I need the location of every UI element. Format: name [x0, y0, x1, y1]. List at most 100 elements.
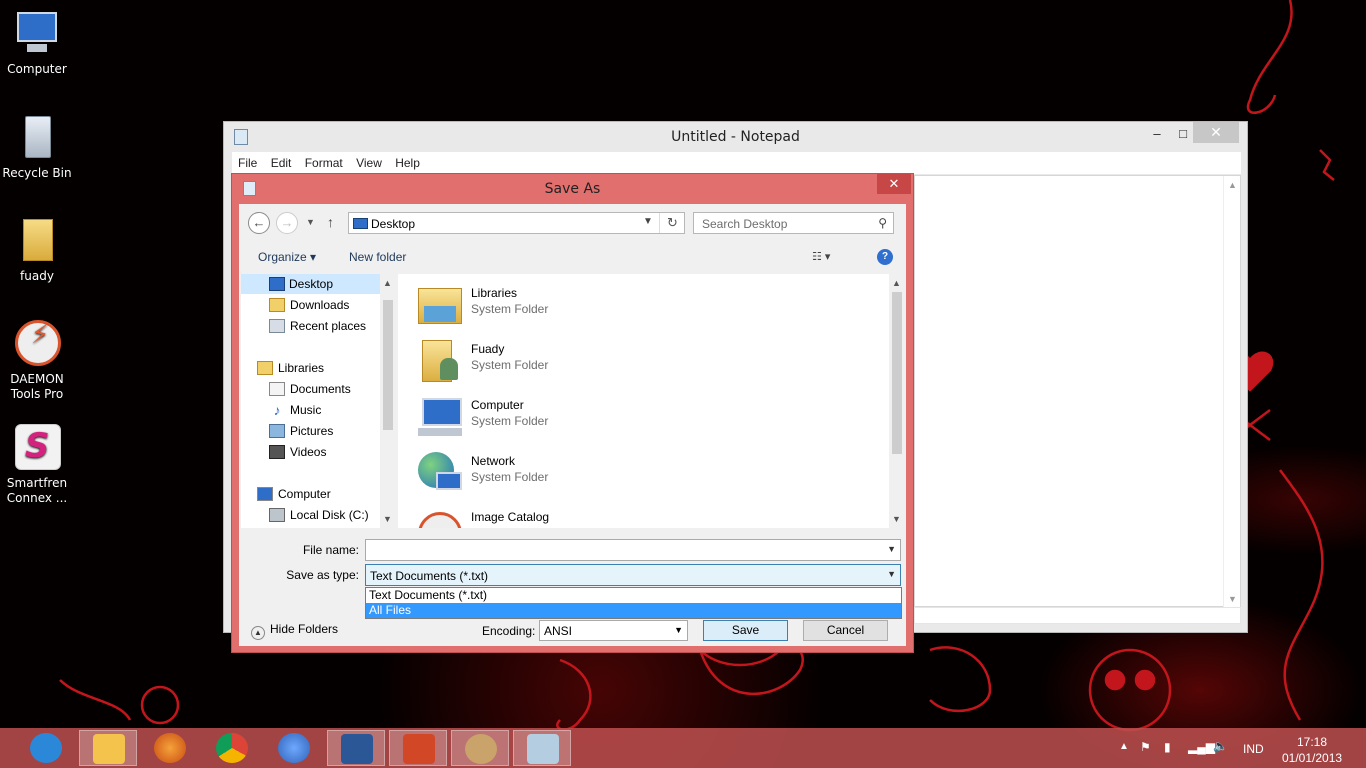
desktop-icon-smartfren[interactable]: S Smartfren Connex ...: [2, 424, 72, 506]
scroll-down-icon[interactable]: ▼: [892, 514, 901, 524]
paint-icon[interactable]: [451, 730, 509, 766]
libraries-icon: [257, 361, 273, 375]
address-bar[interactable]: Desktop ▼ ↻: [348, 212, 685, 234]
text-editor[interactable]: ▲ ▼: [914, 175, 1241, 608]
help-icon[interactable]: ?: [877, 249, 893, 265]
action-center-icon[interactable]: ⚑: [1140, 740, 1151, 754]
file-explorer-icon[interactable]: [79, 730, 137, 766]
cancel-button[interactable]: Cancel: [803, 620, 888, 641]
file-name-field[interactable]: ▼: [365, 539, 901, 561]
back-button[interactable]: ←: [248, 212, 270, 234]
save-as-type-value: Text Documents (*.txt): [370, 569, 489, 583]
nav-item-videos[interactable]: Videos: [269, 442, 380, 462]
firefox-icon[interactable]: [141, 730, 199, 766]
chevron-down-icon[interactable]: ▼: [887, 544, 896, 554]
desktop-icon-recycle-bin[interactable]: Recycle Bin: [2, 114, 72, 181]
save-button[interactable]: Save: [703, 620, 788, 641]
dialog-body: ← → ▼ ↑ Desktop ▼ ↻ Search Desktop ⚲ Org…: [239, 204, 906, 646]
show-hidden-icons[interactable]: ▲: [1119, 741, 1129, 752]
list-item[interactable]: Libraries System Folder: [416, 278, 796, 330]
encoding-label: Encoding:: [482, 624, 536, 638]
nav-item-computer[interactable]: Computer: [257, 484, 380, 504]
dialog-titlebar[interactable]: Save As ✕: [232, 174, 913, 204]
chrome-icon[interactable]: [203, 730, 261, 766]
scroll-up-icon[interactable]: ▲: [383, 278, 392, 288]
list-item[interactable]: Fuady System Folder: [416, 334, 796, 386]
network-status-icon[interactable]: ▂▄▆: [1188, 740, 1215, 754]
folder-icon: [13, 217, 61, 265]
scroll-up-icon[interactable]: ▲: [892, 278, 901, 288]
menu-file[interactable]: File: [234, 152, 261, 174]
desktop-icon-daemon-tools[interactable]: ⚡ DAEMON Tools Pro: [2, 320, 72, 402]
clock-time: 17:18: [1296, 735, 1328, 749]
organize-button[interactable]: Organize ▾: [258, 250, 316, 264]
horizontal-scrollbar[interactable]: [914, 607, 1241, 624]
volume-icon[interactable]: 🔈: [1213, 739, 1228, 753]
scroll-down-icon[interactable]: ▼: [383, 514, 392, 524]
save-as-type-select[interactable]: Text Documents (*.txt) ▼: [365, 564, 901, 586]
clock[interactable]: 17:18 01/01/2013: [1282, 734, 1342, 766]
smartfren-icon: S: [13, 424, 61, 472]
scroll-up-icon[interactable]: ▲: [1228, 180, 1237, 190]
language-indicator[interactable]: IND: [1243, 742, 1264, 756]
nav-item-pictures[interactable]: Pictures: [269, 421, 380, 441]
word-icon[interactable]: [327, 730, 385, 766]
desktop-icon-label: Computer: [7, 62, 67, 76]
file-list-scrollbar[interactable]: ▲ ▼: [889, 274, 905, 528]
refresh-icon[interactable]: ↻: [659, 213, 685, 233]
notepad-titlebar[interactable]: Untitled - Notepad – □ ✕: [224, 122, 1247, 152]
chevron-down-icon[interactable]: ▼: [887, 569, 896, 579]
chevron-down-icon[interactable]: ▼: [674, 625, 683, 635]
nav-item-documents[interactable]: Documents: [269, 379, 380, 399]
menu-view[interactable]: View: [352, 152, 386, 174]
nav-item-music[interactable]: ♪ Music: [269, 400, 380, 420]
scroll-down-icon[interactable]: ▼: [1228, 594, 1237, 604]
menu-edit[interactable]: Edit: [267, 152, 296, 174]
recent-locations-icon[interactable]: ▼: [306, 217, 315, 227]
scrollbar-thumb[interactable]: [383, 300, 393, 430]
close-button[interactable]: ✕: [1193, 122, 1239, 143]
nav-item-libraries[interactable]: Libraries: [257, 358, 380, 378]
list-item[interactable]: Network System Folder: [416, 446, 796, 498]
new-folder-button[interactable]: New folder: [349, 250, 406, 264]
power-icon[interactable]: ▮: [1164, 740, 1171, 754]
scrollbar-thumb[interactable]: [892, 292, 902, 454]
google-earth-icon[interactable]: [265, 730, 323, 766]
powerpoint-icon[interactable]: [389, 730, 447, 766]
dropdown-option-text-documents[interactable]: Text Documents (*.txt): [366, 588, 901, 603]
vertical-scrollbar[interactable]: ▲ ▼: [1223, 176, 1240, 608]
navigation-bar: ← → ▼ ↑ Desktop ▼ ↻ Search Desktop ⚲: [239, 204, 906, 242]
list-item[interactable]: Image Catalog: [416, 502, 796, 528]
dialog-close-button[interactable]: ✕: [877, 174, 911, 194]
recycle-bin-icon: [13, 114, 61, 162]
hide-folders-button[interactable]: ▲ Hide Folders: [251, 622, 338, 640]
menu-help[interactable]: Help: [391, 152, 424, 174]
up-arrow-icon[interactable]: ↑: [327, 214, 334, 230]
nav-item-recent-places[interactable]: Recent places: [269, 316, 380, 336]
view-options-icon[interactable]: ☷ ▾: [812, 250, 848, 266]
navigation-pane-scrollbar[interactable]: ▲ ▼: [380, 274, 396, 528]
computer-icon: [416, 394, 464, 438]
menu-bar: File Edit Format View Help: [232, 152, 1241, 174]
nav-item-desktop[interactable]: Desktop: [241, 274, 380, 294]
desktop-icon: [269, 277, 285, 291]
forward-button[interactable]: →: [276, 212, 298, 234]
internet-explorer-icon[interactable]: [17, 730, 75, 766]
save-as-dialog: Save As ✕ ← → ▼ ↑ Desktop ▼ ↻ Search Des…: [231, 173, 914, 653]
desktop-icon-fuady[interactable]: fuady: [2, 217, 72, 284]
nav-item-local-disk[interactable]: Local Disk (C:): [269, 505, 380, 525]
desktop-icon: [353, 218, 368, 229]
notepad-icon[interactable]: [513, 730, 571, 766]
dropdown-option-all-files[interactable]: All Files: [366, 603, 901, 618]
menu-format[interactable]: Format: [301, 152, 347, 174]
chevron-down-icon[interactable]: ▼: [643, 216, 653, 227]
search-box[interactable]: Search Desktop ⚲: [693, 212, 894, 234]
desktop-icon-computer[interactable]: Computer: [2, 10, 72, 77]
search-input[interactable]: Search Desktop: [702, 217, 787, 231]
nav-item-downloads[interactable]: Downloads: [269, 295, 380, 315]
recent-places-icon: [269, 319, 285, 333]
search-icon[interactable]: ⚲: [878, 216, 887, 230]
list-item[interactable]: Computer System Folder: [416, 390, 796, 442]
encoding-select[interactable]: ANSI ▼: [539, 620, 688, 641]
minimize-button[interactable]: –: [1144, 124, 1170, 144]
